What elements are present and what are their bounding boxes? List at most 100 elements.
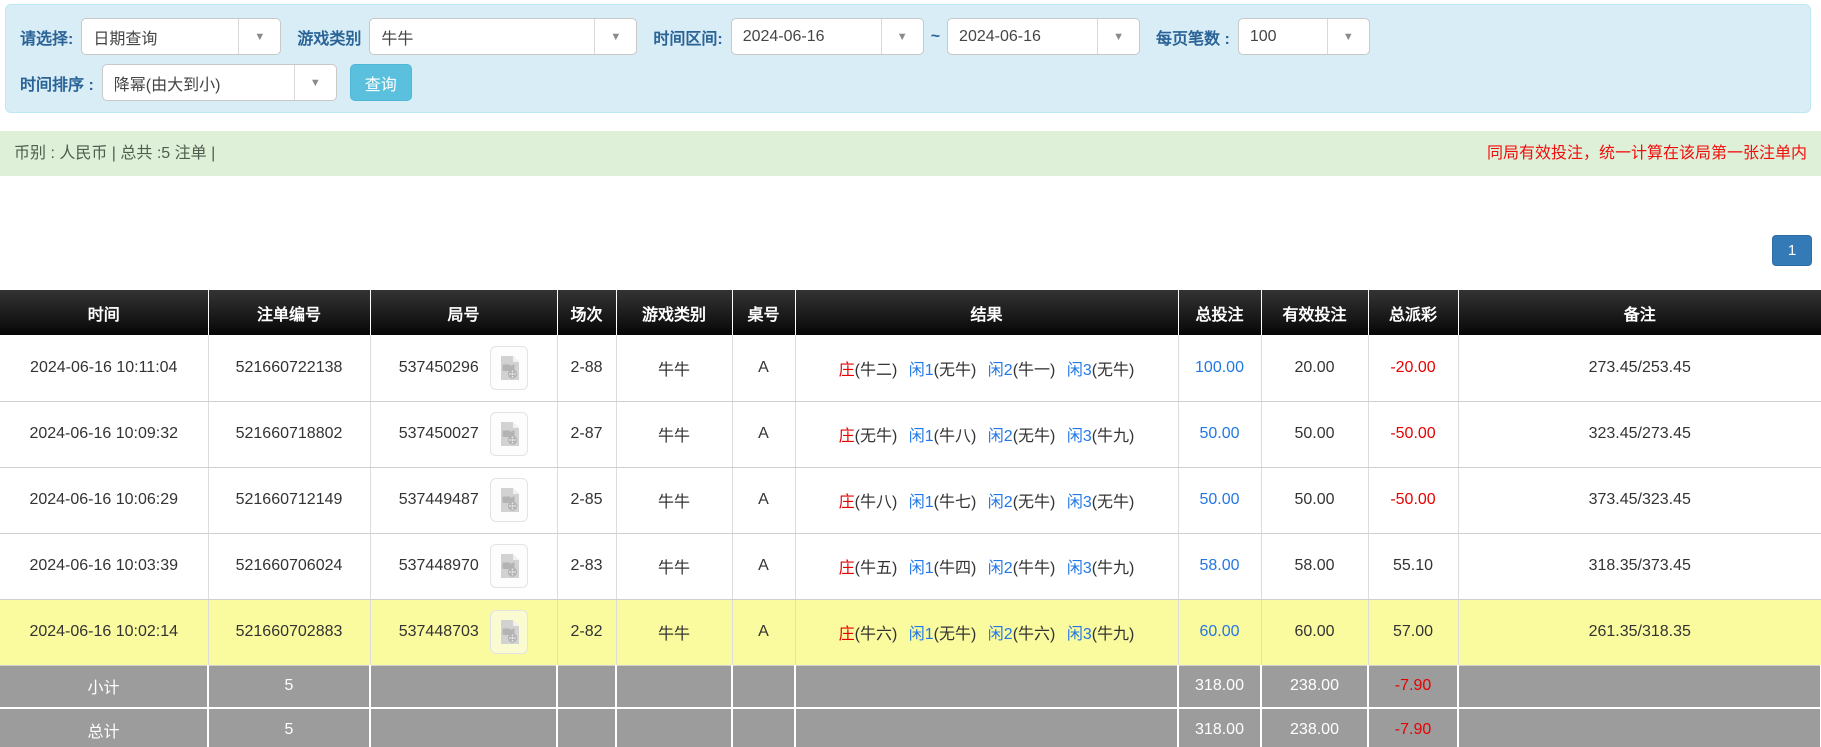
video-replay-button[interactable] bbox=[490, 610, 528, 654]
video-file-icon bbox=[499, 421, 520, 447]
video-replay-button[interactable] bbox=[490, 412, 528, 456]
player3-hand: (无牛) bbox=[1092, 362, 1135, 379]
table-no-cell: A bbox=[732, 599, 795, 665]
range-separator: ~ bbox=[931, 28, 940, 46]
player3-result: 闲3 bbox=[1067, 362, 1092, 379]
page-size-value: 100 bbox=[1239, 28, 1327, 46]
chevron-down-icon[interactable]: ▼ bbox=[881, 19, 923, 54]
banker-hand: (牛五) bbox=[855, 560, 898, 577]
payout-cell: 57.00 bbox=[1368, 599, 1458, 665]
total-bet-cell: 100.00 bbox=[1178, 335, 1261, 401]
table-no-cell: A bbox=[732, 467, 795, 533]
header-payout: 总派彩 bbox=[1368, 290, 1458, 335]
player2-result: 闲2 bbox=[988, 428, 1013, 445]
empty-cell bbox=[795, 708, 1178, 747]
grand-total-total-bet: 318.00 bbox=[1178, 708, 1261, 747]
player3-hand: (无牛) bbox=[1092, 494, 1135, 511]
note-cell: 318.35/373.45 bbox=[1458, 533, 1821, 599]
round-id-cell: 537450027 bbox=[370, 401, 557, 467]
empty-cell bbox=[1458, 665, 1821, 708]
player1-result: 闲1 bbox=[909, 428, 934, 445]
valid-bet-cell: 58.00 bbox=[1261, 533, 1368, 599]
player2-hand: (牛牛) bbox=[1013, 560, 1056, 577]
empty-cell bbox=[1458, 708, 1821, 747]
date-from-value: 2024-06-16 bbox=[732, 28, 881, 46]
result-cell: 庄(牛二) 闲1(无牛) 闲2(牛一) 闲3(无牛) bbox=[795, 335, 1178, 401]
video-file-icon bbox=[499, 487, 520, 513]
chevron-down-icon[interactable]: ▼ bbox=[594, 19, 636, 54]
filter-row-1: 请选择: 日期查询 ▼ 游戏类别 牛牛 ▼ 时间区间: 2024-06-16 ▼… bbox=[14, 18, 1800, 55]
query-type-select[interactable]: 日期查询 ▼ bbox=[81, 18, 281, 55]
empty-cell bbox=[616, 665, 732, 708]
date-to-value: 2024-06-16 bbox=[948, 28, 1097, 46]
player2-hand: (无牛) bbox=[1013, 428, 1056, 445]
sort-order-label: 时间排序 : bbox=[20, 71, 94, 95]
game-type-cell: 牛牛 bbox=[616, 599, 732, 665]
table-no-cell: A bbox=[732, 533, 795, 599]
filter-row-2: 时间排序 : 降幂(由大到小) ▼ 查询 bbox=[14, 64, 1800, 101]
total-bet-cell: 60.00 bbox=[1178, 599, 1261, 665]
round-id-value: 537448703 bbox=[399, 623, 479, 640]
header-session: 场次 bbox=[557, 290, 616, 335]
empty-cell bbox=[795, 665, 1178, 708]
table-row: 2024-06-16 10:02:14 521660702883 5374487… bbox=[0, 599, 1821, 665]
player2-result: 闲2 bbox=[988, 560, 1013, 577]
result-cell: 庄(牛八) 闲1(牛七) 闲2(无牛) 闲3(无牛) bbox=[795, 467, 1178, 533]
video-replay-button[interactable] bbox=[490, 544, 528, 588]
notice-text: 同局有效投注，统一计算在该局第一张注单内 bbox=[1487, 131, 1807, 176]
time-cell: 2024-06-16 10:03:39 bbox=[0, 533, 208, 599]
round-id-cell: 537448703 bbox=[370, 599, 557, 665]
player2-hand: (无牛) bbox=[1013, 494, 1056, 511]
records-table: 时间 注单编号 局号 场次 游戏类别 桌号 结果 总投注 有效投注 总派彩 备注… bbox=[0, 290, 1821, 747]
player2-hand: (牛六) bbox=[1013, 626, 1056, 643]
player3-hand: (牛九) bbox=[1092, 560, 1135, 577]
player1-result: 闲1 bbox=[909, 626, 934, 643]
player1-hand: (牛四) bbox=[934, 560, 977, 577]
video-replay-button[interactable] bbox=[490, 346, 528, 390]
subtotal-label: 小计 bbox=[0, 665, 208, 708]
session-cell: 2-82 bbox=[557, 599, 616, 665]
chevron-down-icon[interactable]: ▼ bbox=[294, 65, 336, 100]
page-size-select[interactable]: 100 ▼ bbox=[1238, 18, 1370, 55]
player1-hand: (牛八) bbox=[934, 428, 977, 445]
player3-result: 闲3 bbox=[1067, 428, 1092, 445]
pagination: 1 bbox=[1772, 235, 1812, 266]
search-button[interactable]: 查询 bbox=[350, 64, 412, 101]
table-no-cell: A bbox=[732, 335, 795, 401]
note-cell: 261.35/318.35 bbox=[1458, 599, 1821, 665]
empty-cell bbox=[732, 665, 795, 708]
player1-hand: (无牛) bbox=[934, 362, 977, 379]
bet-id-cell: 521660718802 bbox=[208, 401, 370, 467]
empty-cell bbox=[370, 665, 557, 708]
game-type-value: 牛牛 bbox=[370, 25, 594, 49]
table-row: 2024-06-16 10:03:39 521660706024 5374489… bbox=[0, 533, 1821, 599]
note-cell: 323.45/273.45 bbox=[1458, 401, 1821, 467]
video-file-icon bbox=[499, 553, 520, 579]
chevron-down-icon[interactable]: ▼ bbox=[1327, 19, 1369, 54]
time-range-label: 时间区间: bbox=[653, 25, 722, 49]
grand-total-valid-bet: 238.00 bbox=[1261, 708, 1368, 747]
empty-cell bbox=[732, 708, 795, 747]
filter-panel: 请选择: 日期查询 ▼ 游戏类别 牛牛 ▼ 时间区间: 2024-06-16 ▼… bbox=[5, 4, 1811, 113]
banker-result: 庄 bbox=[839, 626, 855, 643]
time-cell: 2024-06-16 10:09:32 bbox=[0, 401, 208, 467]
chevron-down-icon[interactable]: ▼ bbox=[238, 19, 280, 54]
game-type-select[interactable]: 牛牛 ▼ bbox=[369, 18, 637, 55]
total-bet-cell: 50.00 bbox=[1178, 467, 1261, 533]
total-bet-cell: 58.00 bbox=[1178, 533, 1261, 599]
sort-order-select[interactable]: 降幂(由大到小) ▼ bbox=[102, 64, 337, 101]
date-to-select[interactable]: 2024-06-16 ▼ bbox=[947, 18, 1140, 55]
banker-result: 庄 bbox=[839, 494, 855, 511]
player2-hand: (牛一) bbox=[1013, 362, 1056, 379]
session-cell: 2-88 bbox=[557, 335, 616, 401]
time-cell: 2024-06-16 10:06:29 bbox=[0, 467, 208, 533]
note-cell: 273.45/253.45 bbox=[1458, 335, 1821, 401]
page-1-button[interactable]: 1 bbox=[1772, 235, 1812, 266]
video-replay-button[interactable] bbox=[490, 478, 528, 522]
valid-bet-cell: 20.00 bbox=[1261, 335, 1368, 401]
table-no-cell: A bbox=[732, 401, 795, 467]
payout-cell: 55.10 bbox=[1368, 533, 1458, 599]
video-file-icon bbox=[499, 355, 520, 381]
date-from-select[interactable]: 2024-06-16 ▼ bbox=[731, 18, 924, 55]
chevron-down-icon[interactable]: ▼ bbox=[1097, 19, 1139, 54]
